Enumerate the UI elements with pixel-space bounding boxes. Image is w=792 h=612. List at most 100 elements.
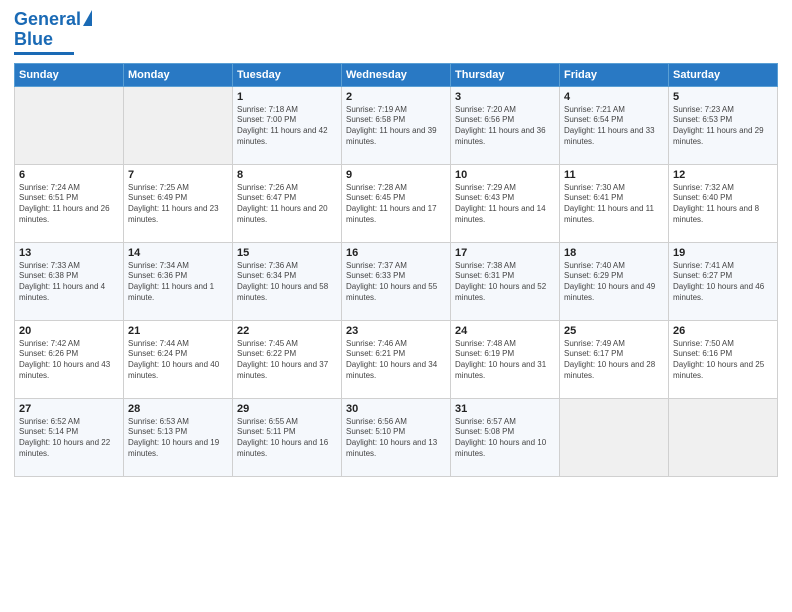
weekday-header-thursday: Thursday	[451, 63, 560, 86]
weekday-header-saturday: Saturday	[669, 63, 778, 86]
day-info: Sunrise: 7:45 AM Sunset: 6:22 PM Dayligh…	[237, 339, 337, 382]
logo-underline	[14, 52, 74, 55]
calendar-cell	[124, 86, 233, 164]
calendar-cell: 6Sunrise: 7:24 AM Sunset: 6:51 PM Daylig…	[15, 164, 124, 242]
logo-blue-text: Blue	[14, 30, 53, 50]
calendar-cell: 27 Sunrise: 6:52 AM Sunset: 5:14 PM Dayli…	[15, 398, 124, 476]
day-info: Sunrise: 6:52 AM Sunset: 5:14 PM Dayligh…	[19, 417, 119, 460]
day-number: 22	[237, 325, 337, 337]
calendar-week-row: 20 Sunrise: 7:42 AM Sunset: 6:26 PM Dayli…	[15, 320, 778, 398]
calendar-cell: 15Sunrise: 7:36 AM Sunset: 6:34 PM Dayli…	[233, 242, 342, 320]
day-info: Sunrise: 6:55 AM Sunset: 5:11 PM Dayligh…	[237, 417, 337, 460]
calendar-cell: 10Sunrise: 7:29 AM Sunset: 6:43 PM Dayli…	[451, 164, 560, 242]
calendar-cell: 5Sunrise: 7:23 AM Sunset: 6:53 PM Daylig…	[669, 86, 778, 164]
day-number: 17	[455, 247, 555, 259]
day-number: 9	[346, 169, 446, 181]
calendar-cell: 14Sunrise: 7:34 AM Sunset: 6:36 PM Dayli…	[124, 242, 233, 320]
day-number: 10	[455, 169, 555, 181]
calendar-table: SundayMondayTuesdayWednesdayThursdayFrid…	[14, 63, 778, 477]
calendar-cell: 4 Sunrise: 7:21 AM Sunset: 6:54 PM Daylig…	[560, 86, 669, 164]
day-number: 14	[128, 247, 228, 259]
calendar-cell: 19 Sunrise: 7:41 AM Sunset: 6:27 PM Dayli…	[669, 242, 778, 320]
day-info: Sunrise: 7:26 AM Sunset: 6:47 PM Dayligh…	[237, 183, 337, 226]
day-number: 4	[564, 91, 664, 103]
day-number: 21	[128, 325, 228, 337]
calendar-week-row: 1 Sunrise: 7:18 AM Sunset: 7:00 PM Daylig…	[15, 86, 778, 164]
calendar-cell: 28 Sunrise: 6:53 AM Sunset: 5:13 PM Dayli…	[124, 398, 233, 476]
logo-general: General	[14, 9, 81, 29]
calendar-cell	[15, 86, 124, 164]
day-info: Sunrise: 7:46 AM Sunset: 6:21 PM Dayligh…	[346, 339, 446, 382]
day-number: 18	[564, 247, 664, 259]
day-number: 24	[455, 325, 555, 337]
weekday-header-row: SundayMondayTuesdayWednesdayThursdayFrid…	[15, 63, 778, 86]
day-info: Sunrise: 7:44 AM Sunset: 6:24 PM Dayligh…	[128, 339, 228, 382]
calendar-cell: 18 Sunrise: 7:40 AM Sunset: 6:29 PM Dayli…	[560, 242, 669, 320]
weekday-header-friday: Friday	[560, 63, 669, 86]
weekday-header-sunday: Sunday	[15, 63, 124, 86]
day-number: 23	[346, 325, 446, 337]
logo-text: General	[14, 10, 81, 30]
day-number: 3	[455, 91, 555, 103]
day-info: Sunrise: 7:42 AM Sunset: 6:26 PM Dayligh…	[19, 339, 119, 382]
day-info: Sunrise: 7:48 AM Sunset: 6:19 PM Dayligh…	[455, 339, 555, 382]
calendar-week-row: 6Sunrise: 7:24 AM Sunset: 6:51 PM Daylig…	[15, 164, 778, 242]
day-number: 11	[564, 169, 664, 181]
calendar-cell: 7 Sunrise: 7:25 AM Sunset: 6:49 PM Daylig…	[124, 164, 233, 242]
calendar-cell: 23 Sunrise: 7:46 AM Sunset: 6:21 PM Dayli…	[342, 320, 451, 398]
day-info: Sunrise: 7:21 AM Sunset: 6:54 PM Dayligh…	[564, 105, 664, 148]
day-number: 31	[455, 403, 555, 415]
day-info: Sunrise: 7:18 AM Sunset: 7:00 PM Dayligh…	[237, 105, 337, 148]
calendar-cell: 24 Sunrise: 7:48 AM Sunset: 6:19 PM Dayli…	[451, 320, 560, 398]
day-info: Sunrise: 7:38 AM Sunset: 6:31 PM Dayligh…	[455, 261, 555, 304]
day-number: 12	[673, 169, 773, 181]
calendar-cell: 31 Sunrise: 6:57 AM Sunset: 5:08 PM Dayli…	[451, 398, 560, 476]
calendar-cell: 9 Sunrise: 7:28 AM Sunset: 6:45 PM Daylig…	[342, 164, 451, 242]
logo-triangle-icon	[83, 10, 92, 26]
day-info: Sunrise: 7:33 AM Sunset: 6:38 PM Dayligh…	[19, 261, 119, 304]
day-info: Sunrise: 7:50 AM Sunset: 6:16 PM Dayligh…	[673, 339, 773, 382]
calendar-cell: 17 Sunrise: 7:38 AM Sunset: 6:31 PM Dayli…	[451, 242, 560, 320]
day-number: 8	[237, 169, 337, 181]
day-number: 19	[673, 247, 773, 259]
calendar-cell: 12 Sunrise: 7:32 AM Sunset: 6:40 PM Dayli…	[669, 164, 778, 242]
calendar-cell: 22 Sunrise: 7:45 AM Sunset: 6:22 PM Dayli…	[233, 320, 342, 398]
day-number: 20	[19, 325, 119, 337]
calendar-week-row: 13 Sunrise: 7:33 AM Sunset: 6:38 PM Dayli…	[15, 242, 778, 320]
day-number: 28	[128, 403, 228, 415]
day-info: Sunrise: 7:32 AM Sunset: 6:40 PM Dayligh…	[673, 183, 773, 226]
main-container: General Blue SundayMondayTuesdayWednesda…	[0, 0, 792, 485]
calendar-cell: 20 Sunrise: 7:42 AM Sunset: 6:26 PM Dayli…	[15, 320, 124, 398]
day-number: 1	[237, 91, 337, 103]
day-info: Sunrise: 7:19 AM Sunset: 6:58 PM Dayligh…	[346, 105, 446, 148]
day-number: 29	[237, 403, 337, 415]
day-number: 13	[19, 247, 119, 259]
day-info: Sunrise: 6:57 AM Sunset: 5:08 PM Dayligh…	[455, 417, 555, 460]
calendar-cell: 8 Sunrise: 7:26 AM Sunset: 6:47 PM Daylig…	[233, 164, 342, 242]
calendar-cell: 30 Sunrise: 6:56 AM Sunset: 5:10 PM Dayli…	[342, 398, 451, 476]
calendar-week-row: 27 Sunrise: 6:52 AM Sunset: 5:14 PM Dayli…	[15, 398, 778, 476]
day-info: Sunrise: 7:41 AM Sunset: 6:27 PM Dayligh…	[673, 261, 773, 304]
day-number: 30	[346, 403, 446, 415]
weekday-header-wednesday: Wednesday	[342, 63, 451, 86]
calendar-cell: 25Sunrise: 7:49 AM Sunset: 6:17 PM Dayli…	[560, 320, 669, 398]
day-info: Sunrise: 7:25 AM Sunset: 6:49 PM Dayligh…	[128, 183, 228, 226]
calendar-cell: 11 Sunrise: 7:30 AM Sunset: 6:41 PM Dayli…	[560, 164, 669, 242]
day-number: 7	[128, 169, 228, 181]
day-info: Sunrise: 7:40 AM Sunset: 6:29 PM Dayligh…	[564, 261, 664, 304]
day-info: Sunrise: 7:49 AM Sunset: 6:17 PM Dayligh…	[564, 339, 664, 382]
day-info: Sunrise: 7:24 AM Sunset: 6:51 PM Dayligh…	[19, 183, 119, 226]
day-info: Sunrise: 7:30 AM Sunset: 6:41 PM Dayligh…	[564, 183, 664, 226]
calendar-cell: 26Sunrise: 7:50 AM Sunset: 6:16 PM Dayli…	[669, 320, 778, 398]
calendar-cell: 21 Sunrise: 7:44 AM Sunset: 6:24 PM Dayli…	[124, 320, 233, 398]
day-info: Sunrise: 7:36 AM Sunset: 6:34 PM Dayligh…	[237, 261, 337, 304]
calendar-cell	[560, 398, 669, 476]
day-number: 27	[19, 403, 119, 415]
day-info: Sunrise: 6:53 AM Sunset: 5:13 PM Dayligh…	[128, 417, 228, 460]
calendar-cell: 13 Sunrise: 7:33 AM Sunset: 6:38 PM Dayli…	[15, 242, 124, 320]
day-info: Sunrise: 7:28 AM Sunset: 6:45 PM Dayligh…	[346, 183, 446, 226]
day-number: 2	[346, 91, 446, 103]
calendar-cell: 29 Sunrise: 6:55 AM Sunset: 5:11 PM Dayli…	[233, 398, 342, 476]
weekday-header-tuesday: Tuesday	[233, 63, 342, 86]
day-info: Sunrise: 6:56 AM Sunset: 5:10 PM Dayligh…	[346, 417, 446, 460]
